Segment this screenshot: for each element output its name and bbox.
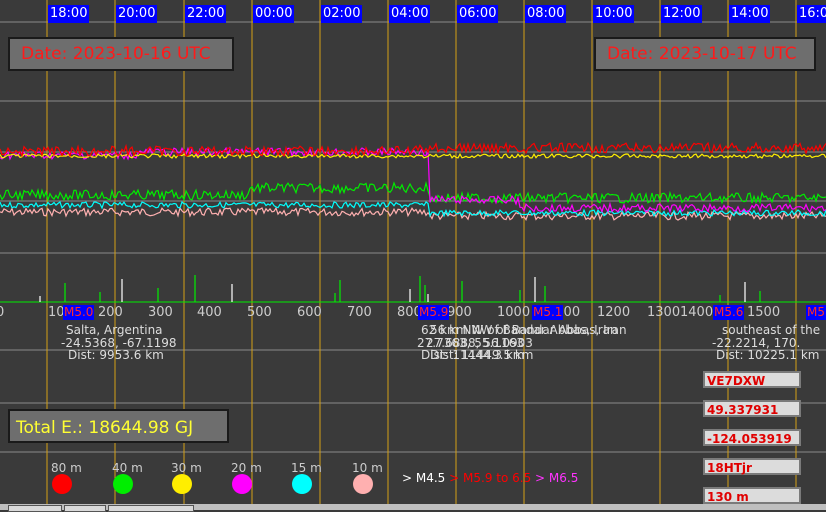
station-longitude: -124.053919	[703, 429, 801, 446]
band-15m-dot	[292, 474, 312, 494]
x-tick-label: 1400	[680, 305, 714, 320]
quake-magnitude-tag: M5	[806, 305, 826, 320]
x-tick-label: 1000	[497, 305, 531, 320]
hour-label: 10:00	[593, 5, 635, 23]
hour-label: 18:00	[48, 5, 90, 23]
x-tick-label: 0	[0, 305, 5, 320]
taskbar-button[interactable]	[108, 505, 194, 512]
x-tick-label: 200	[98, 305, 123, 320]
band-label: 10 m	[352, 461, 383, 475]
quake-place: southeast of the	[722, 323, 821, 337]
band-80m-dot	[52, 474, 72, 494]
quake-magnitude-tag: M5.6	[713, 305, 745, 320]
station-callsign: VE7DXW	[703, 371, 801, 388]
quake-distance: Dist: 11449.5 km	[430, 348, 534, 362]
x-tick-label: 400	[197, 305, 222, 320]
magnitude-legend-m65: > M6.5	[535, 471, 579, 485]
x-tick-label: 700	[347, 305, 372, 320]
station-grid: 18HTjr	[703, 458, 801, 475]
quake-magnitude-tag: M5.0	[63, 305, 95, 320]
x-tick-label: 600	[297, 305, 322, 320]
quake-place: Salta, Argentina	[66, 323, 163, 337]
x-tick-label: 500	[247, 305, 272, 320]
date-box-right: Date: 2023-10-17 UTC	[594, 37, 816, 71]
band-label: 20 m	[231, 461, 262, 475]
band-10m-dot	[353, 474, 373, 494]
x-tick-label: 300	[148, 305, 173, 320]
quake-magnitude-tag: M5.1	[532, 305, 564, 320]
hour-label: 16:0	[797, 5, 826, 23]
hour-label: 06:00	[457, 5, 499, 23]
band-40m-dot	[113, 474, 133, 494]
band-20m-dot	[232, 474, 252, 494]
band-label: 40 m	[112, 461, 143, 475]
quake-distance: Dist: 9953.6 km	[68, 348, 164, 362]
magnitude-legend-m45: > M4.5	[402, 471, 446, 485]
quake-place: 56 km NW of Bandar Abbas, Iran	[430, 323, 627, 337]
quake-distance: Dist: 10225.1 km	[716, 348, 820, 362]
total-energy: Total E.: 18644.98 GJ	[8, 409, 229, 443]
x-tick-label: 1300	[647, 305, 681, 320]
station-latitude: 49.337931	[703, 400, 801, 417]
magnitude-legend: > M4.5 > M5.9 to 6.5 > M6.5	[402, 471, 578, 485]
hour-label: 20:00	[116, 5, 158, 23]
band-label: 15 m	[291, 461, 322, 475]
band-label: 30 m	[171, 461, 202, 475]
hour-label: 02:00	[321, 5, 363, 23]
quake-magnitude-tag: M5.9	[418, 305, 450, 320]
x-tick-label: 900	[447, 305, 472, 320]
date-box-left: Date: 2023-10-16 UTC	[8, 37, 234, 71]
taskbar-button[interactable]	[64, 505, 106, 512]
hour-label: 08:00	[525, 5, 567, 23]
magnitude-legend-m59: > M5.9 to 6.5	[449, 471, 532, 485]
x-tick-label: 1200	[597, 305, 631, 320]
hour-label: 04:00	[389, 5, 431, 23]
hour-label: 00:00	[253, 5, 295, 23]
band-label: 80 m	[51, 461, 82, 475]
station-band: 130 m	[703, 487, 801, 504]
x-tick-label: 1500	[747, 305, 781, 320]
band-30m-dot	[172, 474, 192, 494]
taskbar-button[interactable]	[8, 505, 62, 512]
hour-label: 14:00	[729, 5, 771, 23]
hour-label: 12:00	[661, 5, 703, 23]
hour-label: 22:00	[185, 5, 227, 23]
